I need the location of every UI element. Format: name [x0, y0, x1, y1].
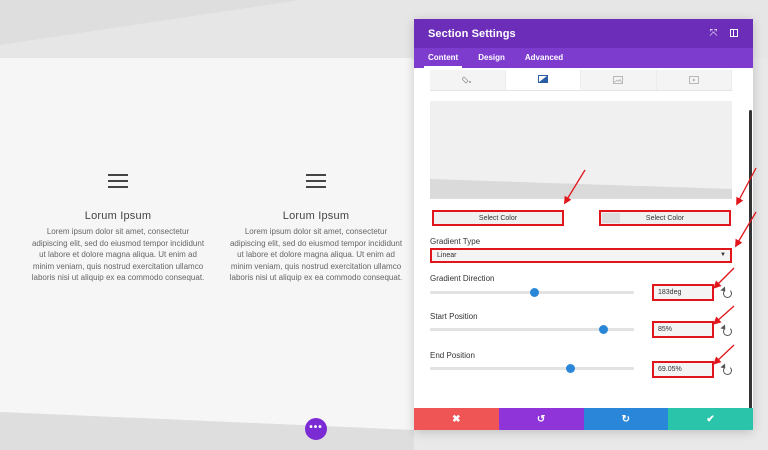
save-button[interactable]: ✔	[668, 408, 753, 430]
tab-background-color[interactable]	[430, 70, 506, 90]
gradient-type-label: Gradient Type	[430, 237, 481, 246]
gradient-direction-input[interactable]: 183deg	[652, 284, 714, 301]
column-body-text: Lorem ipsum dolor sit amet, consectetur …	[31, 227, 205, 283]
chevron-down-icon: ▼	[720, 252, 726, 258]
paint-bucket-icon	[462, 76, 472, 84]
split-view-icon[interactable]	[728, 28, 739, 39]
tab-background-image[interactable]	[581, 70, 657, 90]
tab-content[interactable]: Content	[418, 48, 468, 68]
hamburger-menu-icon	[108, 174, 128, 188]
modal-scrollbar[interactable]	[749, 110, 752, 410]
content-column-2: Lorum Ipsum Lorem ipsum dolor sit amet, …	[226, 168, 406, 284]
column-body-text: Lorem ipsum dolor sit amet, consectetur …	[229, 227, 403, 283]
start-position-slider[interactable]	[430, 325, 634, 334]
undo-button[interactable]: ↺	[498, 408, 584, 430]
select-color-label: Select Color	[645, 215, 685, 222]
section-settings-modal: Section Settings ⤧ Content Design Advanc…	[414, 19, 753, 430]
slider-thumb[interactable]	[529, 288, 539, 297]
image-icon	[613, 76, 624, 84]
gradient-icon	[537, 75, 548, 83]
reset-icon[interactable]	[723, 289, 732, 298]
column-title: Lorum Ipsum	[282, 210, 350, 222]
end-position-input[interactable]: 69.05%	[652, 361, 714, 378]
modal-title: Section Settings	[428, 27, 516, 40]
tab-design[interactable]: Design	[468, 48, 515, 68]
tab-background-video[interactable]	[657, 70, 732, 90]
select-color-label: Select Color	[478, 215, 518, 222]
settings-tab-bar: Content Design Advanced	[414, 48, 753, 68]
gradient-direction-slider[interactable]	[430, 288, 634, 297]
end-position-slider[interactable]	[430, 364, 634, 373]
background-type-tabs	[430, 70, 732, 91]
redo-button[interactable]: ↻	[583, 408, 669, 430]
tab-advanced[interactable]: Advanced	[515, 48, 573, 68]
gradient-preview	[430, 101, 732, 199]
reset-icon[interactable]	[723, 366, 732, 375]
gradient-type-select[interactable]: Linear ▼	[430, 248, 732, 263]
cancel-button[interactable]: ✖	[414, 408, 499, 430]
expand-icon[interactable]: ⤧	[708, 28, 719, 39]
gradient-type-value: Linear	[437, 252, 457, 259]
tab-background-gradient[interactable]	[505, 70, 581, 90]
start-position-input[interactable]: 85%	[652, 321, 714, 338]
end-position-label: End Position	[430, 351, 475, 360]
modal-header: Section Settings ⤧	[414, 19, 753, 48]
modal-footer: ✖ ↺ ↻ ✔	[414, 408, 753, 430]
video-icon	[688, 76, 699, 84]
section-options-button[interactable]: •••	[305, 418, 327, 440]
slider-thumb[interactable]	[566, 364, 576, 373]
color-swatch	[435, 213, 453, 223]
start-position-label: Start Position	[430, 312, 478, 321]
content-column-1: Lorum Ipsum Lorem ipsum dolor sit amet, …	[28, 168, 208, 284]
hamburger-menu-icon	[306, 174, 326, 188]
reset-icon[interactable]	[723, 327, 732, 336]
gradient-start-color-picker[interactable]: Select Color	[432, 210, 564, 226]
column-title: Lorum Ipsum	[84, 210, 152, 222]
gradient-direction-label: Gradient Direction	[430, 274, 495, 283]
gradient-end-color-picker[interactable]: Select Color	[599, 210, 731, 226]
color-swatch	[602, 213, 620, 223]
slider-thumb[interactable]	[598, 325, 608, 334]
